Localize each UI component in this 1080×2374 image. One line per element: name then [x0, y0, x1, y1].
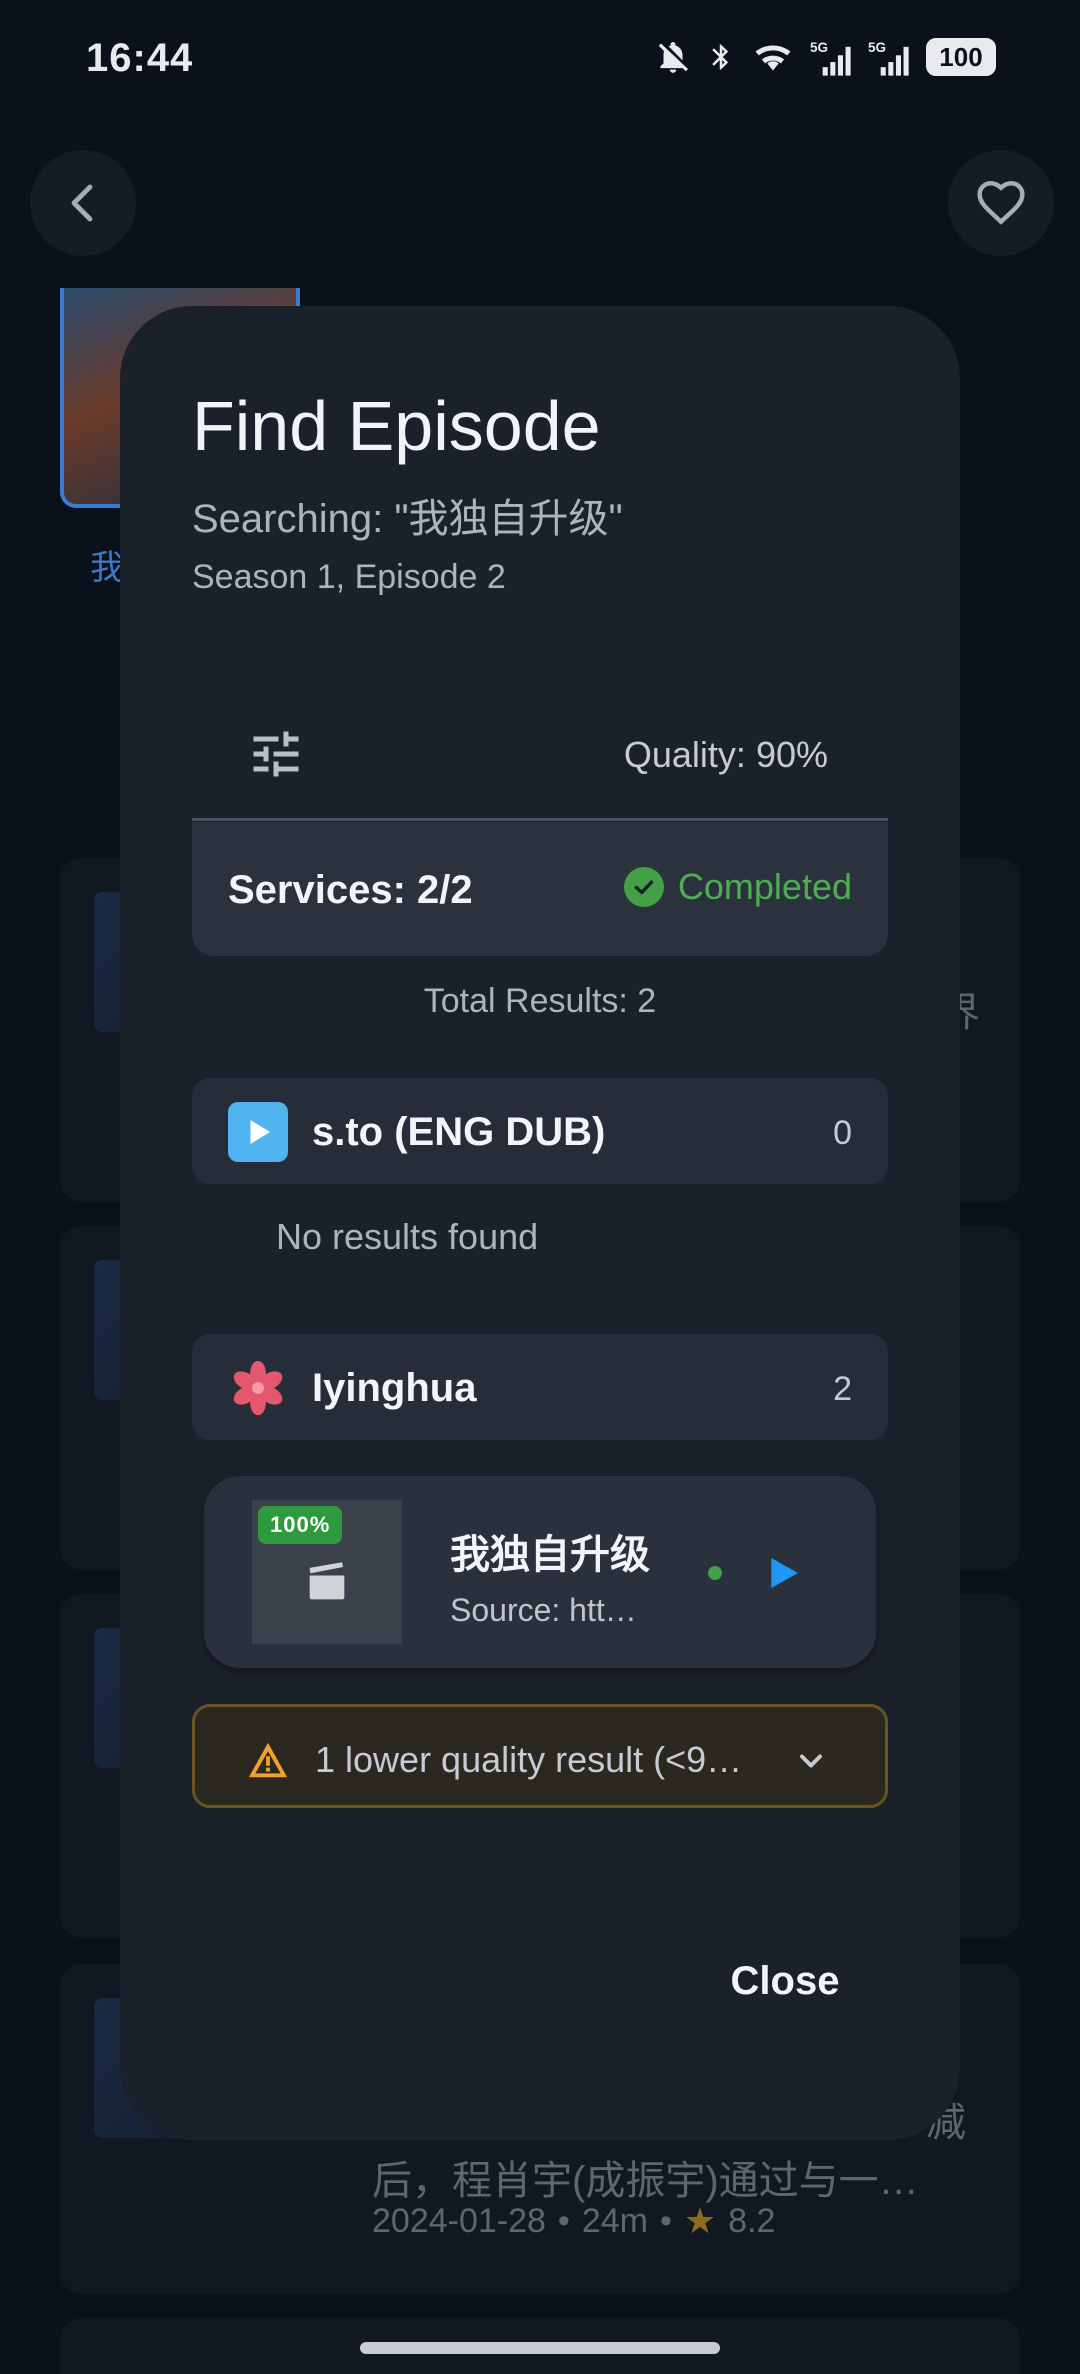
episode-info: Season 1, Episode 2	[192, 558, 506, 596]
signal-5g-icon: 5G	[868, 40, 909, 76]
episode-meta: 2024-01-28 • 24m • ★ 8.2	[372, 2200, 776, 2241]
quality-threshold: Quality: 90%	[623, 734, 828, 775]
service-row-sto[interactable]: s.to (ENG DUB) 0	[192, 1078, 888, 1184]
play-icon	[228, 1102, 288, 1162]
clapperboard-icon	[309, 1562, 345, 1600]
service-result-count: 2	[833, 1370, 852, 1408]
search-query: Searching: "我独自升级"	[192, 497, 623, 541]
wifi-icon	[755, 45, 791, 71]
availability-dot	[708, 1566, 722, 1580]
play-button[interactable]	[760, 1550, 806, 1596]
total-results: Total Results: 2	[423, 982, 657, 1020]
divider	[192, 818, 888, 821]
lower-quality-expander[interactable]: 1 lower quality result (<9…	[192, 1704, 888, 1808]
status-label: Completed	[677, 866, 852, 907]
tune-icon	[253, 731, 299, 777]
svg-text:5G: 5G	[810, 40, 828, 55]
filter-row: Quality: 90%	[192, 696, 888, 812]
service-row-iyinghua[interactable]: Iyinghua 2	[192, 1334, 888, 1440]
episode-date: 2024-01-28	[372, 2201, 546, 2240]
chevron-left-icon	[71, 184, 93, 222]
bluetooth-icon	[712, 44, 729, 70]
result-source: Source: htt…	[450, 1592, 637, 1628]
service-result-count: 0	[833, 1114, 852, 1152]
services-count: Services: 2/2	[228, 868, 473, 912]
check-circle-icon	[623, 867, 664, 907]
signal-5g-icon: 5G	[810, 40, 851, 76]
flower-icon	[228, 1358, 288, 1418]
match-quality-badge: 100%	[258, 1506, 343, 1544]
back-button[interactable]	[30, 150, 136, 256]
home-indicator[interactable]	[360, 2342, 720, 2354]
card-description: 后，程肖宇(成振宇)通过与一…	[372, 2159, 919, 2203]
filter-button[interactable]	[242, 720, 310, 788]
heart-icon	[977, 180, 1025, 225]
dialog-title: Find Episode	[192, 387, 601, 465]
lower-quality-text: 1 lower quality result (<9…	[315, 1739, 743, 1780]
status-bar: 16:44 5G 5G 100	[0, 0, 1080, 120]
warning-icon	[248, 1742, 288, 1778]
star-icon: ★	[683, 2200, 717, 2241]
service-name: s.to (ENG DUB)	[312, 1110, 606, 1154]
services-status: Services: 2/2 Completed	[192, 822, 888, 956]
service-name: Iyinghua	[312, 1366, 477, 1410]
chevron-down-icon	[800, 1754, 822, 1768]
svg-text:5G: 5G	[868, 40, 886, 55]
result-title: 我独自升级	[450, 1533, 650, 1577]
no-results-message: No results found	[276, 1216, 539, 1257]
completed-status: Completed	[623, 866, 852, 908]
bell-off-icon	[658, 41, 689, 73]
result-card[interactable]: 100% 我独自升级 Source: htt…	[204, 1476, 876, 1668]
poster-caption: 我	[90, 549, 124, 587]
status-time: 16:44	[86, 36, 194, 80]
status-icons: 5G 5G 100	[654, 38, 996, 76]
battery-indicator: 100	[926, 38, 996, 76]
find-episode-dialog: Find Episode Searching: "我独自升级" Season 1…	[120, 306, 960, 2140]
play-icon	[771, 1558, 798, 1588]
episode-duration: 24m	[581, 2201, 648, 2240]
favorite-button[interactable]	[948, 150, 1054, 256]
close-button[interactable]: Close	[700, 1946, 870, 2016]
episode-rating: 8.2	[728, 2201, 776, 2240]
